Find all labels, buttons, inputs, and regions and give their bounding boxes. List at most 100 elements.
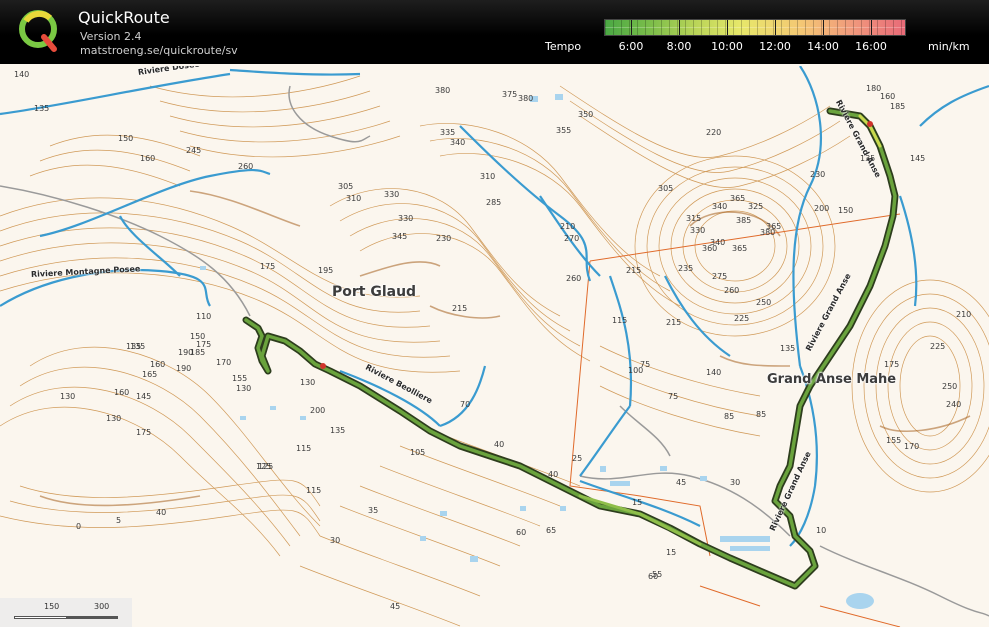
- contour-label: 330: [690, 226, 706, 235]
- quickroute-logo-icon: [19, 10, 57, 52]
- scale-tick: [775, 20, 776, 35]
- contour-label: 385: [736, 216, 752, 225]
- contour-label: 175: [260, 262, 276, 271]
- tempo-label: Tempo: [545, 40, 582, 53]
- contour-label: 115: [612, 316, 628, 325]
- contour-label: 175: [136, 428, 152, 437]
- contour-label: 60: [516, 528, 527, 537]
- contour-label: 210: [956, 310, 972, 319]
- route-markers: [320, 121, 873, 369]
- app-url[interactable]: matstroeng.se/quickroute/sv: [80, 44, 238, 57]
- contour-label: 260: [238, 162, 254, 171]
- contour-label: 65: [546, 526, 557, 535]
- contour-label: 160: [114, 388, 130, 397]
- contour-label: 150: [118, 134, 134, 143]
- contour-label: 35: [368, 506, 379, 515]
- contour-label: 345: [392, 232, 408, 241]
- contour-label: 330: [398, 214, 414, 223]
- contour-label: 130: [60, 392, 76, 401]
- contour-label: 185: [190, 348, 206, 357]
- contour-label: 135: [780, 344, 796, 353]
- contour-label: 230: [436, 234, 452, 243]
- contour-label: 365: [732, 244, 748, 253]
- place-label-grand-anse: Grand Anse Mahe: [767, 372, 897, 387]
- tempo-tick-label: 12:00: [759, 40, 791, 53]
- app-title: QuickRoute: [78, 8, 170, 27]
- contour-label: 245: [186, 146, 202, 155]
- contour-label: 45: [390, 602, 401, 611]
- contour-label: 70: [460, 400, 471, 409]
- streams: [0, 66, 989, 547]
- map-canvas[interactable]: [0, 66, 989, 627]
- contour-label: 200: [310, 406, 326, 415]
- contour-label: 335: [440, 128, 456, 137]
- contour-label: 350: [578, 110, 594, 119]
- contour-label: 225: [930, 342, 946, 351]
- contour-label: 275: [712, 272, 728, 281]
- contour-label: 115: [306, 486, 322, 495]
- contour-label: 330: [384, 190, 400, 199]
- contour-label: 325: [748, 202, 764, 211]
- contour-label: 130: [300, 378, 316, 387]
- scale-tick: [871, 20, 872, 35]
- contour-label: 365: [730, 194, 746, 203]
- contour-label: 160: [140, 154, 156, 163]
- contour-label: 270: [564, 234, 580, 243]
- contour-label: 155: [886, 436, 902, 445]
- contour-label: 360: [702, 244, 718, 253]
- contour-label: 170: [216, 358, 232, 367]
- contour-label: 305: [338, 182, 354, 191]
- header-bar: QuickRoute Version 2.4 matstroeng.se/qui…: [0, 0, 989, 64]
- contour-label: 115: [296, 444, 312, 453]
- contour-label: 190: [176, 364, 192, 373]
- contour-label: 380: [518, 94, 534, 103]
- contour-label: 160: [150, 360, 166, 369]
- contour-label: 340: [712, 202, 728, 211]
- contour-label: 220: [706, 128, 722, 137]
- contour-label: 310: [346, 194, 362, 203]
- scale-tick: [727, 20, 728, 35]
- contour-label: 10: [816, 526, 827, 535]
- contour-label: 25: [572, 454, 583, 463]
- contour-label: 230: [810, 170, 826, 179]
- contour-label: 250: [942, 382, 958, 391]
- contour-label: 135: [330, 426, 346, 435]
- contour-label: 200: [814, 204, 830, 213]
- map-scale-label: 300: [94, 602, 110, 611]
- contour-label: 150: [190, 332, 206, 341]
- contour-label: 165: [142, 370, 158, 379]
- contour-label: 135: [34, 104, 50, 113]
- contour-label: 130: [106, 414, 122, 423]
- contour-label: 30: [330, 536, 341, 545]
- scale-tick: [631, 20, 632, 35]
- contour-label: 355: [556, 126, 572, 135]
- tempo-tick-label: 10:00: [711, 40, 743, 53]
- contour-label: 140: [14, 70, 30, 79]
- contour-label: 215: [452, 304, 468, 313]
- contour-label: 15: [632, 498, 643, 507]
- contour-label: 30: [730, 478, 741, 487]
- contour-label: 60: [648, 572, 659, 581]
- contour-label: 0: [76, 522, 82, 531]
- tempo-tick-label: 16:00: [855, 40, 887, 53]
- contour-label: 185: [890, 102, 906, 111]
- tempo-tick-label: 14:00: [807, 40, 839, 53]
- tempo-unit-label: min/km: [928, 40, 970, 53]
- orienteering-map[interactable]: Port Glaud Grand Anse Mahe Riviere Dosee…: [0, 66, 989, 627]
- contour-label: 260: [566, 274, 582, 283]
- contour-label: 215: [666, 318, 682, 327]
- map-scale-graphic: [14, 616, 118, 619]
- contour-label: 170: [904, 442, 920, 451]
- contour-label: 195: [318, 266, 334, 275]
- contour-label: 305: [658, 184, 674, 193]
- contour-label: 175: [884, 360, 900, 369]
- contour-label: 15: [666, 548, 677, 557]
- map-scale-label: 150: [44, 602, 60, 611]
- contour-label: 45: [676, 478, 687, 487]
- contour-label: 100: [628, 366, 644, 375]
- contour-label: 75: [668, 392, 679, 401]
- contour-label: 210: [560, 222, 576, 231]
- contour-label: 375: [502, 90, 518, 99]
- contour-label: 140: [706, 368, 722, 377]
- contour-label: 155: [232, 374, 248, 383]
